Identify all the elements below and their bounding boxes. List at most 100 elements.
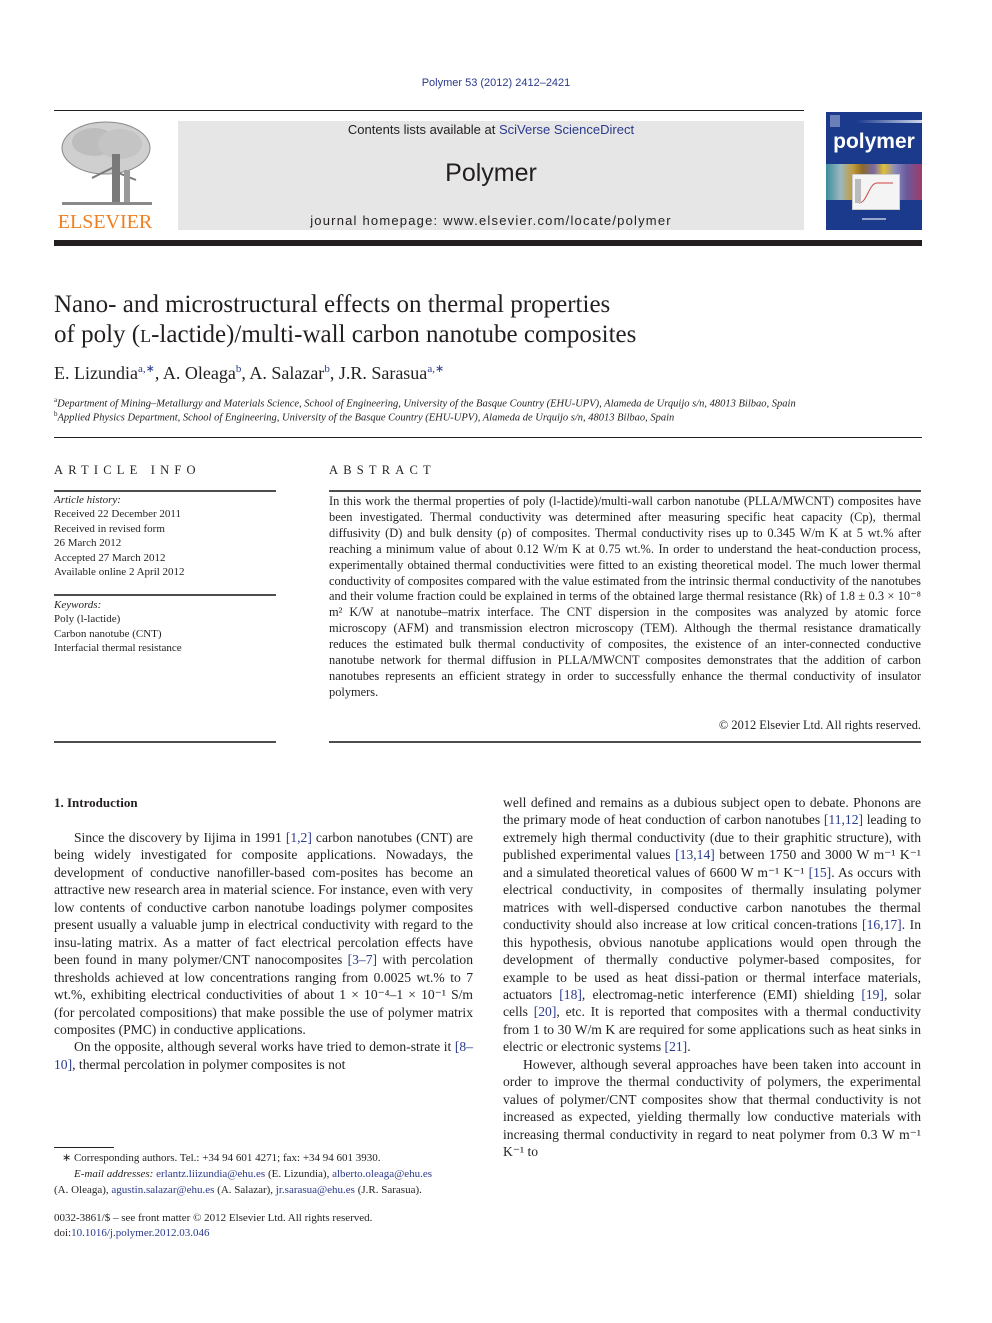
history-item: Available online 2 April 2012 xyxy=(54,566,185,579)
sciencedirect-link[interactable]: SciVerse ScienceDirect xyxy=(499,122,634,137)
text-run: , etc. It is reported that composites wi… xyxy=(503,1004,922,1055)
article-info-bottom-rule xyxy=(54,741,276,743)
title-part: of poly ( xyxy=(54,321,141,348)
journal-masthead: Contents lists available at SciVerse Sci… xyxy=(178,121,804,230)
author-affil-sup[interactable]: b xyxy=(324,363,330,375)
title-line-1: Nano- and microstructural effects on the… xyxy=(54,291,611,318)
keywords-rule xyxy=(54,594,276,596)
article-title: Nano- and microstructural effects on the… xyxy=(54,290,914,350)
history-label: Article history: xyxy=(54,494,121,506)
email-link[interactable]: alberto.oleaga@ehu.es xyxy=(332,1168,432,1180)
contents-prefix: Contents lists available at xyxy=(347,122,499,137)
text-run: , thermal percolation in polymer composi… xyxy=(72,1056,346,1072)
author-name[interactable]: A. Salazar xyxy=(249,363,324,383)
affiliation-text: Department of Mining–Metallurgy and Mate… xyxy=(57,398,796,410)
front-matter: 0032-3861/$ – see front matter © 2012 El… xyxy=(54,1211,474,1241)
title-smallcaps: l xyxy=(140,321,152,348)
email-owner: (E. Lizundia) xyxy=(267,1167,327,1180)
text-run: . xyxy=(687,1039,691,1055)
paragraph-continued: well defined and remains as a dubious su… xyxy=(503,794,921,1056)
doi-link[interactable]: 10.1016/j.polymer.2012.03.046 xyxy=(71,1227,209,1239)
doi-prefix: doi: xyxy=(54,1227,72,1239)
email-link[interactable]: jr.sarasua@ehu.es xyxy=(276,1184,355,1196)
citation-link[interactable]: [11,12] xyxy=(824,812,863,827)
citation-link[interactable]: [13,14] xyxy=(675,847,715,862)
citation-link[interactable]: [19] xyxy=(861,987,884,1002)
section-heading-introduction: 1. Introduction xyxy=(54,795,138,810)
text-run: , electromag-netic interference (EMI) sh… xyxy=(581,986,862,1002)
affiliation-b: bApplied Physics Department, School of E… xyxy=(54,410,674,424)
paragraph: However, although several approaches hav… xyxy=(503,1056,921,1160)
journal-citation-link[interactable]: Polymer 53 (2012) 2412–2421 xyxy=(0,77,992,89)
keywords-list: Keywords: Poly (l-lactide) Carbon nanotu… xyxy=(54,598,276,656)
issn-line: 0032-3861/$ – see front matter © 2012 El… xyxy=(54,1212,373,1224)
history-item: Accepted 27 March 2012 xyxy=(54,551,166,564)
tree-icon xyxy=(61,121,152,205)
keyword-item: Interfacial thermal resistance xyxy=(54,642,182,655)
header-top-rule xyxy=(54,110,804,111)
author-affil-sup[interactable]: a,∗ xyxy=(138,363,155,375)
citation-link[interactable]: [18] xyxy=(559,987,582,1002)
abstract-heading: ABSTRACT xyxy=(329,463,436,477)
abstract-text: In this work the thermal properties of p… xyxy=(329,494,921,699)
citation-link[interactable]: [20] xyxy=(534,1004,557,1019)
header-thick-rule xyxy=(54,240,922,246)
keywords-label: Keywords: xyxy=(54,599,102,611)
citation-link[interactable]: [3–7] xyxy=(348,952,377,967)
history-item: Received in revised form xyxy=(54,522,165,535)
author-affil-sup[interactable]: a,∗ xyxy=(427,363,444,375)
author-name[interactable]: A. Oleaga xyxy=(163,363,236,383)
citation-link[interactable]: [21] xyxy=(665,1039,688,1054)
abstract-copyright: © 2012 Elsevier Ltd. All rights reserved… xyxy=(718,718,921,732)
history-item: 26 March 2012 xyxy=(54,537,122,550)
keyword-item: Poly (l-lactide) xyxy=(54,613,121,626)
journal-homepage-link[interactable]: journal homepage: www.elsevier.com/locat… xyxy=(178,213,804,228)
cover-logo-icon xyxy=(830,115,840,127)
body-column-left: Since the discovery by Iijima in 1991 [1… xyxy=(54,829,473,1073)
cover-chart-inset xyxy=(852,174,900,210)
footnote-rule xyxy=(54,1147,114,1148)
article-info-rule xyxy=(54,490,276,492)
author-name[interactable]: J.R. Sarasua xyxy=(339,363,428,383)
email-line: (A. Oleaga), agustin.salazar@ehu.es (A. … xyxy=(54,1183,422,1196)
email-link[interactable]: erlantz.liizundia@ehu.es xyxy=(156,1168,265,1180)
abstract-top-rule xyxy=(329,490,921,492)
citation-link[interactable]: [16,17] xyxy=(862,917,902,932)
email-owner: (J.R. Sarasua). xyxy=(357,1183,422,1196)
title-part: -lactide)/multi-wall carbon nanotube com… xyxy=(151,321,637,348)
affiliation-rule xyxy=(54,437,922,438)
author-name[interactable]: E. Lizundia xyxy=(54,363,138,383)
citation-link[interactable]: [15] xyxy=(809,865,832,880)
corresponding-note: ∗ Corresponding authors. Tel.: +34 94 60… xyxy=(62,1152,381,1164)
citation-link[interactable]: [1,2] xyxy=(286,830,312,845)
journal-title: Polymer xyxy=(445,159,537,187)
email-owner: (A. Oleaga) xyxy=(54,1183,106,1196)
text-run: Since the discovery by Iijima in 1991 xyxy=(74,830,286,845)
text-run: carbon nanotubes (CNT) are being widely … xyxy=(54,830,473,968)
text-run: On the opposite, although several works … xyxy=(74,1039,455,1055)
title-line-2: of poly (l-lactide)/multi-wall carbon na… xyxy=(54,320,914,350)
email-label: E-mail addresses: xyxy=(74,1167,154,1180)
history-item: Received 22 December 2011 xyxy=(54,508,181,521)
article-info-heading: ARTICLE INFO xyxy=(54,463,201,477)
paragraph: Since the discovery by Iijima in 1991 [1… xyxy=(54,829,473,1038)
journal-cover-thumbnail[interactable]: polymer xyxy=(826,112,922,230)
email-owner: (A. Salazar) xyxy=(217,1183,271,1196)
affiliation-a: aDepartment of Mining–Metallurgy and Mat… xyxy=(54,396,796,410)
corresponding-author-footnote: ∗ Corresponding authors. Tel.: +34 94 60… xyxy=(54,1151,473,1199)
elsevier-logo[interactable]: ELSEVIER xyxy=(54,118,156,234)
author-list: E. Lizundiaa,∗, A. Oleagab, A. Salazarb,… xyxy=(54,363,445,383)
keyword-item: Carbon nanotube (CNT) xyxy=(54,627,162,640)
cover-title: polymer xyxy=(833,130,915,153)
email-line: E-mail addresses: erlantz.liizundia@ehu.… xyxy=(74,1167,433,1180)
abstract-bottom-rule xyxy=(329,741,921,743)
body-column-right: well defined and remains as a dubious su… xyxy=(503,794,921,1161)
email-link[interactable]: agustin.salazar@ehu.es xyxy=(111,1184,214,1196)
elsevier-wordmark: ELSEVIER xyxy=(57,211,153,233)
contents-line: Contents lists available at SciVerse Sci… xyxy=(178,121,804,137)
paragraph: On the opposite, although several works … xyxy=(54,1038,473,1073)
cover-stripe xyxy=(856,120,922,123)
cover-footer-text xyxy=(862,218,886,220)
article-history: Article history: Received 22 December 20… xyxy=(54,493,276,579)
author-affil-sup[interactable]: b xyxy=(236,363,242,375)
